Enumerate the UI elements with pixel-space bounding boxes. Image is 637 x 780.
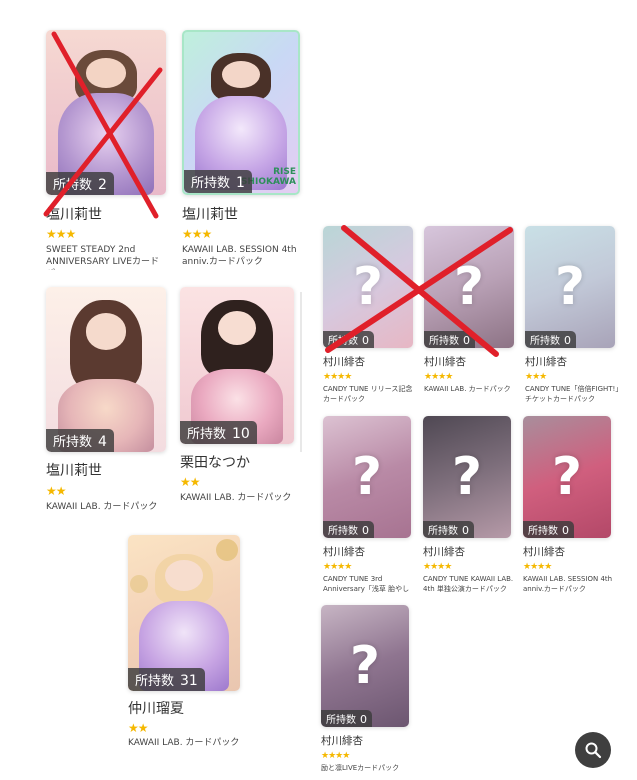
rarity-stars: ★★★★: [424, 372, 453, 382]
card-pack-name: KAWAII LAB. カードパック: [46, 502, 158, 512]
owned-count: 所持数 0: [321, 710, 372, 727]
card-image[interactable]: ? 所持数 0: [323, 226, 413, 348]
rarity-stars: ★★★: [182, 227, 212, 241]
card-image[interactable]: ? 所持数 0: [423, 416, 511, 538]
card-pack-name: SWEET STEADY 2nd ANNIVERSARY LIVEカードパ…: [46, 245, 159, 270]
unknown-card-mark: ?: [451, 447, 483, 507]
card-pack-name: CANDY TUNE 3rd Anniversary「浅草 胎やしき」カードパ…: [323, 575, 410, 593]
owned-count: 所持数 4: [46, 429, 114, 452]
card-pack-name: KAWAII LAB. カードパック: [128, 738, 240, 748]
owned-count: 所持数 0: [323, 331, 374, 348]
card-item[interactable]: 所持数 10 栗田なつか ★★ KAWAII LAB. カードパック: [180, 287, 302, 517]
card-member-name: 村川緋杏: [323, 356, 365, 368]
owned-count: 所持数 0: [323, 521, 374, 538]
card-member-name: 塩川莉世: [46, 463, 102, 479]
unknown-card-mark: ?: [352, 257, 384, 317]
card-image[interactable]: 所持数 10: [180, 287, 294, 444]
card-member-name: 塩川莉世: [182, 207, 238, 223]
card-pack-name: KAWAII LAB. SESSION 4th anniv.カードパック: [182, 245, 297, 267]
owned-count: 所持数 31: [128, 668, 205, 691]
card-item[interactable]: ? 所持数 0 村川緋杏 ★★★★ 励と凛LIVEカードパック: [321, 605, 416, 775]
card-item[interactable]: ? 所持数 0 村川緋杏 ★★★ CANDY TUNE「倍倍FIGHT!」チケット…: [525, 226, 620, 416]
card-item[interactable]: ? 所持数 0 村川緋杏 ★★★★ CANDY TUNE 3rd Annivers…: [323, 416, 418, 596]
card-member-name: 村川緋杏: [523, 546, 565, 558]
search-button[interactable]: [575, 732, 611, 768]
search-icon: [585, 742, 602, 759]
card-image[interactable]: ? 所持数 0: [321, 605, 409, 727]
card-member-name: 村川緋杏: [321, 735, 363, 747]
rarity-stars: ★★: [128, 721, 148, 735]
rarity-stars: ★★★★: [321, 751, 350, 761]
scroll-edge: [300, 292, 302, 452]
card-item[interactable]: 所持数 4 塩川莉世 ★★ KAWAII LAB. カードパック: [46, 287, 168, 517]
card-photo: [46, 30, 166, 195]
owned-count: 所持数 1: [184, 170, 252, 193]
card-image[interactable]: ? 所持数 0: [523, 416, 611, 538]
unknown-card-mark: ?: [453, 257, 485, 317]
card-pack-name: KAWAII LAB. カードパック: [424, 385, 511, 393]
card-item[interactable]: ? 所持数 0 村川緋杏 ★★★★ KAWAII LAB. カードパック: [424, 226, 519, 406]
owned-count: 所持数 0: [424, 331, 475, 348]
card-pack-name: KAWAII LAB. SESSION 4th anniv.カードパック: [523, 575, 613, 593]
card-member-name: 村川緋杏: [424, 356, 466, 368]
card-pack-name: KAWAII LAB. カードパック: [180, 493, 292, 503]
card-image[interactable]: RISE SHIOKAWA 所持数 1: [182, 30, 300, 195]
card-item[interactable]: ? 所持数 0 村川緋杏 ★★★★ KAWAII LAB. SESSION 4th…: [523, 416, 618, 596]
card-member-name: 栗田なつか: [180, 455, 250, 471]
card-member-name: 村川緋杏: [323, 546, 365, 558]
rarity-stars: ★★★★: [323, 562, 352, 572]
rarity-stars: ★★★★: [523, 562, 552, 572]
rarity-stars: ★★★: [46, 227, 76, 241]
card-item[interactable]: 所持数 2 塩川莉世 ★★★ SWEET STEADY 2nd ANNIVERSA…: [46, 30, 166, 270]
rarity-stars: ★★: [180, 475, 200, 489]
card-photo: [46, 287, 166, 452]
rarity-stars: ★★★: [525, 372, 547, 382]
unknown-card-mark: ?: [349, 636, 381, 696]
card-member-name: 村川緋杏: [525, 356, 567, 368]
rarity-stars: ★★: [46, 484, 66, 498]
card-image[interactable]: 所持数 2: [46, 30, 166, 195]
card-image[interactable]: 所持数 31: [128, 535, 240, 691]
card-member-name: 村川緋杏: [423, 546, 465, 558]
card-image[interactable]: 所持数 4: [46, 287, 166, 452]
rarity-stars: ★★★★: [323, 372, 352, 382]
owned-count: 所持数 10: [180, 421, 257, 444]
unknown-card-mark: ?: [351, 447, 383, 507]
card-pack-name: CANDY TUNE「倍倍FIGHT!」チケットカードパック: [525, 385, 619, 403]
card-item[interactable]: RISE SHIOKAWA 所持数 1 塩川莉世 ★★★ KAWAII LAB. …: [182, 30, 302, 270]
owned-count: 所持数 0: [525, 331, 576, 348]
unknown-card-mark: ?: [554, 257, 586, 317]
card-item[interactable]: ? 所持数 0 村川緋杏 ★★★★ CANDY TUNE リリース記念カードパック: [323, 226, 418, 406]
card-image[interactable]: ? 所持数 0: [323, 416, 411, 538]
card-pack-name: CANDY TUNE KAWAII LAB. 4th 単独公演カードパック: [423, 575, 514, 593]
card-pack-name: CANDY TUNE リリース記念カードパック: [323, 385, 413, 403]
card-pack-name: 励と凛LIVEカードパック: [321, 764, 400, 772]
owned-count: 所持数 0: [523, 521, 574, 538]
card-item[interactable]: 所持数 31 仲川瑠夏 ★★ KAWAII LAB. カードパック: [128, 535, 250, 750]
card-image[interactable]: ? 所持数 0: [424, 226, 514, 348]
owned-count: 所持数 2: [46, 172, 114, 195]
rarity-stars: ★★★★: [423, 562, 452, 572]
owned-count: 所持数 0: [423, 521, 474, 538]
card-member-name: 仲川瑠夏: [128, 701, 184, 717]
unknown-card-mark: ?: [551, 447, 583, 507]
card-image[interactable]: ? 所持数 0: [525, 226, 615, 348]
card-member-name: 塩川莉世: [46, 207, 102, 223]
card-item[interactable]: ? 所持数 0 村川緋杏 ★★★★ CANDY TUNE KAWAII LAB. …: [423, 416, 518, 596]
